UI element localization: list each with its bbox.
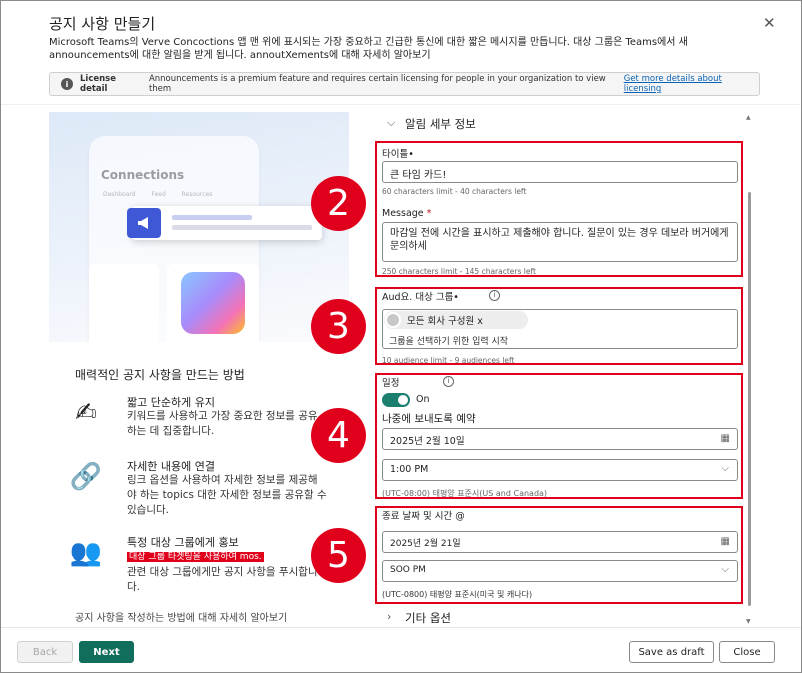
audience-pill[interactable]: 모든 회사 구성원 x (384, 311, 528, 329)
pencil-icon: ✍ (75, 398, 97, 428)
audience-placeholder: 그룹을 선택하기 위한 입력 시작 (389, 337, 509, 347)
end-date-picker[interactable]: 2025년 2월 21일 ▦ (382, 531, 738, 553)
learn-more-link[interactable]: 공지 사항을 작성하는 방법에 대해 자세히 알아보기 (75, 609, 287, 624)
calendar-icon[interactable]: ▦ (721, 433, 730, 444)
dialog-window: 공지 사항 만들기 ✕ Microsoft Teams의 Verve Conco… (0, 0, 802, 673)
send-time-dropdown[interactable]: 1:00 PM ⌵ (382, 459, 738, 481)
banner-line (172, 225, 312, 230)
scroll-down-icon[interactable]: ▼ (746, 618, 751, 625)
info-icon[interactable]: i (443, 376, 454, 387)
tip-desc: 키워드를 사용하고 가장 중요한 정보를 공유하는 데 집중합니다. (127, 410, 318, 437)
toggle-label: On (416, 394, 430, 405)
end-timezone: (UTC-0800) 태평양 표준시(미국 및 캐나다) (382, 590, 533, 599)
scrollbar[interactable] (748, 192, 751, 606)
license-notice: i License detail Announcements is a prem… (49, 72, 760, 96)
tips-panel: Connections Dashboard Feed Resources 매력적… (49, 112, 349, 628)
save-draft-button[interactable]: Save as draft (629, 641, 714, 663)
preview-illustration: Connections Dashboard Feed Resources (49, 112, 349, 342)
footer-divider (1, 627, 801, 628)
schedule-label: 일정 (382, 378, 400, 389)
preview-image (181, 272, 245, 334)
licensing-link[interactable]: Get more details about licensing (624, 74, 759, 94)
other-options[interactable]: 기타 옵션 (405, 610, 451, 626)
tip-desc-text: 관련 대상 그룹에게만 공지 사항을 푸시합니다. (127, 566, 318, 593)
message-label: Message * (382, 208, 432, 219)
close-button[interactable]: Close (719, 641, 775, 663)
preview-card (89, 264, 159, 342)
chevron-down-icon: ⌵ (721, 463, 729, 474)
message-hint: 250 characters limit - 145 characters le… (382, 267, 536, 276)
app-title: Connections (101, 168, 185, 182)
people-icon: 👥 (69, 538, 103, 568)
info-icon[interactable]: i (489, 290, 500, 301)
avatar (385, 312, 401, 328)
send-timezone: (UTC-08:00) 태평양 표준시(US and Canada) (382, 489, 548, 498)
close-icon[interactable]: ✕ (763, 14, 776, 32)
tip-title: 자세한 내용에 연결 (127, 460, 215, 473)
step-badge: 4 (311, 408, 366, 463)
chevron-down-icon: ⌵ (721, 564, 729, 575)
step-badge: 3 (311, 299, 366, 354)
divider (1, 104, 801, 105)
send-date-picker[interactable]: 2025년 2월 10일 ▦ (382, 428, 738, 450)
title-input[interactable]: 큰 타임 카드! (382, 161, 738, 183)
schedule-toggle[interactable] (382, 393, 410, 407)
calendar-icon[interactable]: ▦ (721, 536, 730, 547)
announcement-banner (127, 206, 322, 240)
chevron-right-icon[interactable]: › (387, 610, 391, 623)
highlighted-text: 대상 그룹 타겟팅을 사용하여 mos. (127, 552, 264, 562)
step-badge: 2 (311, 176, 366, 231)
license-label: License detail (80, 74, 117, 94)
chevron-down-icon[interactable]: ⌵ (387, 116, 395, 130)
dialog-title: 공지 사항 만들기 (49, 15, 156, 33)
section-title[interactable]: 알림 세부 정보 (405, 116, 476, 132)
scroll-up-icon[interactable]: ▲ (746, 114, 751, 121)
link-icon: 🔗 (69, 462, 103, 492)
back-button[interactable]: Back (17, 641, 73, 663)
app-tabs: Dashboard Feed Resources (103, 191, 213, 198)
audience-label: Aud요. 대상 그룹• (382, 292, 459, 303)
schedule-later-label: 나중에 보내도록 예약 (382, 413, 476, 425)
step-badge: 5 (311, 528, 366, 583)
title-hint: 60 characters limit - 40 characters left (382, 187, 527, 196)
form-panel: ⌵ 알림 세부 정보 ▲ ▼ 타이틀• 큰 타임 카드! 60 characte… (311, 112, 753, 628)
next-button[interactable]: Next (79, 641, 134, 663)
title-label: 타이틀• (382, 149, 414, 160)
license-text: Announcements is a premium feature and r… (148, 74, 606, 94)
end-time-dropdown[interactable]: SOO PM ⌵ (382, 560, 738, 582)
tip-desc: 대상 그룹 타겟팅을 사용하여 mos. 관련 대상 그룹에게만 공지 사항을 푸… (127, 549, 327, 595)
audience-hint: 10 audience limit - 9 audiences left (382, 356, 515, 365)
megaphone-icon (127, 208, 161, 238)
tips-heading: 매력적인 공지 사항을 만드는 방법 (75, 368, 245, 382)
tip-title: 짧고 단순하게 유지 (127, 396, 215, 409)
tip-title: 특정 대상 그룹에게 홍보 (127, 536, 239, 549)
end-label: 종료 날짜 및 시간 @ (382, 511, 465, 522)
banner-line (172, 215, 252, 220)
tip-desc: 링크 옵션을 사용하여 자세한 정보를 제공해야 하는 topics 대한 자세… (127, 474, 327, 516)
info-icon: i (61, 78, 73, 90)
message-input[interactable]: 마감일 전에 시간을 표시하고 제출해야 합니다. 질문이 있는 경우 데보라 … (382, 222, 738, 262)
dialog-description: Microsoft Teams의 Verve Concoctions 앱 맨 위… (49, 37, 688, 61)
